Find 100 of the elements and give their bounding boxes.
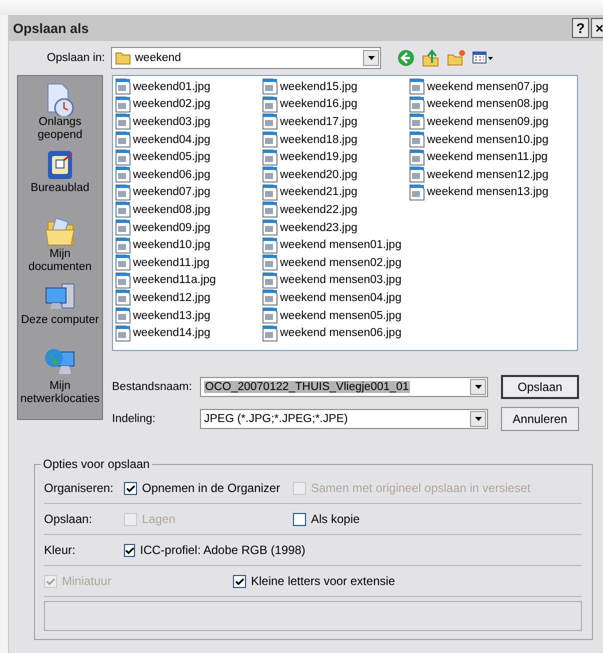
- file-item[interactable]: weekend mensen03.jpg: [262, 272, 409, 290]
- file-item[interactable]: weekend14.jpg: [115, 324, 262, 342]
- checkbox[interactable]: [124, 544, 135, 556]
- file-item[interactable]: weekend16.jpg: [262, 96, 409, 114]
- file-item[interactable]: weekend05.jpg: [115, 148, 262, 166]
- file-item[interactable]: weekend07.jpg: [115, 184, 262, 202]
- checkbox-label: Lagen: [142, 512, 176, 526]
- file-item[interactable]: weekend17.jpg: [262, 113, 409, 131]
- places-item[interactable]: Onlangs geopend: [18, 82, 102, 148]
- image-file-icon: [262, 219, 278, 236]
- checkbox[interactable]: [124, 482, 137, 494]
- image-file-icon: [262, 166, 278, 184]
- file-item[interactable]: weekend mensen11.jpg: [409, 148, 577, 166]
- file-item[interactable]: weekend06.jpg: [115, 166, 262, 184]
- file-item[interactable]: weekend08.jpg: [115, 201, 262, 219]
- dropdown-arrow-icon: [474, 385, 482, 389]
- dropdown-arrow-icon: [474, 417, 482, 421]
- window-title: Opslaan als: [13, 20, 90, 36]
- file-item[interactable]: weekend19.jpg: [262, 148, 409, 166]
- image-file-icon: [262, 236, 278, 254]
- file-item[interactable]: weekend mensen04.jpg: [262, 289, 409, 307]
- image-file-icon: [409, 78, 425, 96]
- image-file-icon: [262, 272, 278, 289]
- file-item[interactable]: weekend11.jpg: [115, 254, 262, 272]
- places-item[interactable]: Mijn netwerklocaties: [18, 346, 102, 412]
- checkbox[interactable]: [293, 512, 306, 526]
- checkbox-label: Als kopie: [311, 512, 360, 526]
- file-item[interactable]: weekend mensen12.jpg: [409, 166, 577, 184]
- file-item[interactable]: weekend mensen06.jpg: [262, 324, 409, 342]
- help-button[interactable]: ?: [572, 18, 589, 38]
- image-file-icon: [262, 148, 278, 166]
- image-file-icon: [262, 113, 278, 130]
- image-file-icon: [409, 113, 425, 130]
- cancel-button[interactable]: Annuleren: [501, 407, 579, 431]
- group-title: Opties voor opslaan: [42, 457, 151, 471]
- save-button[interactable]: Opslaan: [501, 375, 579, 399]
- image-file-icon: [115, 78, 131, 96]
- image-file-icon: [115, 96, 131, 113]
- checkbox-label: Kleine letters voor extensie: [251, 574, 396, 588]
- file-item[interactable]: weekend mensen09.jpg: [409, 113, 577, 131]
- file-item[interactable]: weekend23.jpg: [262, 218, 409, 236]
- format-value: JPEG (*.JPG;*.JPEG;*.JPE): [204, 413, 348, 425]
- file-item[interactable]: weekend mensen02.jpg: [262, 254, 409, 272]
- checkbox-label: Samen met origineel opslaan in versieset: [311, 481, 530, 495]
- checkbox-label: ICC-profiel: Adobe RGB (1998): [140, 543, 306, 557]
- format-label: Indeling:: [112, 413, 156, 425]
- checkbox-label: Miniatuur: [62, 574, 112, 588]
- image-file-icon: [262, 307, 278, 324]
- checkbox[interactable]: [233, 574, 246, 588]
- file-item[interactable]: weekend mensen08.jpg: [409, 96, 577, 114]
- image-file-icon: [115, 324, 131, 342]
- file-item[interactable]: weekend22.jpg: [262, 201, 409, 219]
- image-file-icon: [115, 148, 131, 166]
- image-file-icon: [115, 236, 131, 254]
- folder-icon: [115, 50, 131, 66]
- option-label: Organiseren:: [44, 481, 114, 495]
- image-file-icon: [262, 324, 278, 342]
- file-item[interactable]: weekend21.jpg: [262, 184, 409, 202]
- file-item[interactable]: weekend mensen05.jpg: [262, 306, 409, 324]
- image-file-icon: [115, 131, 131, 148]
- option-label: Opslaan:: [44, 512, 94, 526]
- image-file-icon: [409, 148, 425, 166]
- dropdown-button[interactable]: [470, 411, 486, 427]
- places-item[interactable]: Deze computer: [18, 280, 102, 346]
- image-file-icon: [409, 166, 425, 184]
- file-item[interactable]: weekend09.jpg: [115, 218, 262, 236]
- option-label: Kleur:: [44, 543, 76, 557]
- file-item[interactable]: weekend11a.jpg: [115, 272, 262, 290]
- image-file-icon: [115, 201, 131, 218]
- image-file-icon: [409, 96, 425, 113]
- places-item[interactable]: Bureaublad: [18, 148, 102, 214]
- check-icon: [125, 546, 134, 554]
- image-file-icon: [262, 131, 278, 148]
- file-item[interactable]: weekend15.jpg: [262, 78, 409, 96]
- file-item[interactable]: weekend04.jpg: [115, 130, 262, 148]
- folder-up-icon: [422, 49, 440, 67]
- file-item[interactable]: weekend mensen10.jpg: [409, 130, 577, 148]
- file-item[interactable]: weekend mensen13.jpg: [409, 184, 577, 202]
- file-item[interactable]: weekend10.jpg: [115, 236, 262, 254]
- places-item[interactable]: Mijn documenten: [18, 214, 102, 280]
- dropdown-button[interactable]: [363, 50, 379, 66]
- file-item[interactable]: weekend12.jpg: [115, 289, 262, 307]
- file-item[interactable]: weekend20.jpg: [262, 166, 409, 184]
- image-file-icon: [262, 289, 278, 306]
- format-field[interactable]: JPEG (*.JPG;*.JPEG;*.JPE): [200, 409, 488, 429]
- location-dropdown[interactable]: weekend: [111, 47, 381, 69]
- dropdown-button[interactable]: [470, 379, 486, 395]
- file-item[interactable]: weekend02.jpg: [115, 96, 262, 114]
- file-item[interactable]: weekend13.jpg: [115, 306, 262, 324]
- file-item[interactable]: weekend mensen01.jpg: [262, 236, 409, 254]
- image-file-icon: [262, 96, 278, 113]
- file-item[interactable]: weekend03.jpg: [115, 113, 262, 131]
- image-file-icon: [409, 131, 425, 148]
- file-item[interactable]: weekend01.jpg: [115, 78, 262, 96]
- file-item[interactable]: weekend18.jpg: [262, 130, 409, 148]
- file-item[interactable]: weekend mensen07.jpg: [409, 78, 577, 96]
- image-file-icon: [115, 184, 131, 201]
- image-file-icon: [262, 184, 278, 201]
- check-icon: [235, 576, 244, 586]
- close-button[interactable]: ×: [591, 18, 603, 38]
